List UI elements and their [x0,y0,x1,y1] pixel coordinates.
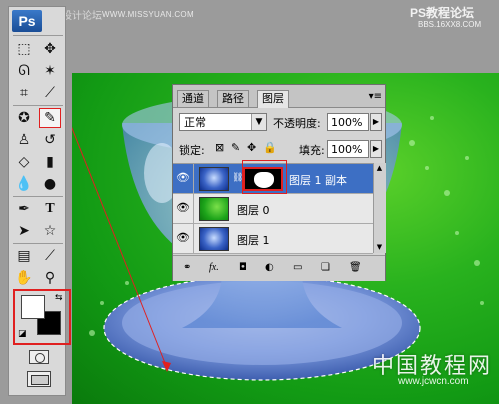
visibility-eye-icon[interactable]: 👁 [175,230,191,246]
row-divider [193,194,194,224]
lock-pixels-icon[interactable]: ✎ [231,141,240,154]
adjustment-layer-icon[interactable]: ◐ [265,261,274,275]
layer-name[interactable]: 图层 1 [237,232,270,248]
history-brush-icon[interactable]: ↺ [39,130,61,150]
layer-list: 👁 ⛓ 图层 1 副本 👁 图层 0 👁 图层 1 [173,163,373,254]
quick-mask-icon[interactable] [29,350,49,364]
shape-icon[interactable]: ☆ [39,221,61,241]
toolbox: Ps ⬚ ✥ ᘏ ✶ ⌗ ⟋ ✪ ✎ ♙ ↺ ◇ ▮ 💧 ● ✒ T ➤ ☆ ▤… [8,6,71,396]
opacity-label: 不透明度: [273,117,321,130]
screen-mode-icon[interactable] [27,371,51,387]
foreground-color-swatch[interactable] [21,295,45,319]
watermark-right: PS教程论坛 [410,6,475,20]
trash-icon[interactable]: 🗑 [349,261,362,275]
stamp-icon[interactable]: ♙ [13,130,35,150]
chevron-down-icon: ▼ [251,114,266,130]
scroll-up-icon[interactable]: ▲ [375,164,384,173]
layer-mask-thumbnail[interactable] [243,167,283,191]
swap-colors-icon[interactable]: ⇆ [55,293,63,303]
layer-thumbnail[interactable] [199,227,229,251]
visibility-eye-icon[interactable]: 👁 [175,170,191,186]
chain-link-icon[interactable]: ⛓ [232,173,243,183]
new-layer-icon[interactable]: ❏ [321,261,330,275]
layer-name[interactable]: 图层 0 [237,202,270,218]
gradient-icon[interactable]: ▮ [39,152,61,172]
add-mask-icon[interactable]: ◘ [239,261,247,275]
tab-layers[interactable]: 图层 [257,90,289,108]
brush-icon[interactable]: ✎ [39,108,61,128]
zoom-icon[interactable]: ⚲ [39,268,61,288]
tab-channels[interactable]: 通道 [177,90,209,107]
default-colors-icon[interactable]: ◪ [18,329,27,339]
dodge-icon[interactable]: ● [39,174,61,194]
pen-icon[interactable]: ✒ [13,199,35,219]
lock-all-icon[interactable]: 🔒 [263,141,277,154]
color-swatches: ⇆ ◪ [13,289,71,345]
fill-label: 填充: [299,144,325,157]
layer-thumbnail[interactable] [199,167,229,191]
toolbox-divider [13,105,63,106]
panel-tabs: 通道 路径 图层 ▾≡ [173,85,385,108]
lock-position-icon[interactable]: ✥ [247,141,256,154]
visibility-eye-icon[interactable]: 👁 [175,200,191,216]
layers-panel: 通道 路径 图层 ▾≡ 正常 ▼ 不透明度: 100% ▶ 锁定: ⊠ ✎ ✥ … [172,84,386,281]
toolbox-divider [13,243,63,244]
eyedropper-icon[interactable]: ⟋ [39,83,61,103]
move-icon[interactable]: ✥ [39,39,61,59]
opacity-slider-arrow-icon[interactable]: ▶ [370,113,382,131]
type-icon[interactable]: T [39,199,61,219]
healing-icon[interactable]: ✪ [13,108,35,128]
watermark-bottom-url: www.jcwcn.com [398,376,469,387]
notes-icon[interactable]: ▤ [13,246,35,266]
toolbox-divider [13,196,63,197]
layer-style-icon[interactable]: fx. [209,261,219,275]
fill-input[interactable]: 100% [327,140,369,158]
panel-footer: ⚭ fx. ◘ ◐ ▭ ❏ 🗑 [173,255,385,281]
eraser-icon[interactable]: ◇ [13,152,35,172]
magic-wand-icon[interactable]: ✶ [39,61,61,81]
layer-row[interactable]: 👁 ⛓ 图层 1 副本 [173,164,373,194]
blur-icon[interactable]: 💧 [13,174,35,194]
eyedropper-2-icon[interactable]: ⟋ [39,246,61,266]
row-divider [193,164,194,194]
panel-menu-icon[interactable]: ▾≡ [369,91,382,102]
scroll-down-icon[interactable]: ▼ [375,243,384,252]
watermark-right-url: BBS.16XX8.COM [418,20,482,29]
watermark-top-url: WWW.MISSYUAN.COM [102,10,194,19]
layers-scrollbar[interactable]: ▲ ▼ [373,163,386,253]
tab-paths[interactable]: 路径 [217,90,249,107]
opacity-input[interactable]: 100% [327,113,369,131]
lock-label: 锁定: [179,144,205,157]
lock-transparency-icon[interactable]: ⊠ [215,141,224,154]
photoshop-workspace: 思缘设计论坛 WWW.MISSYUAN.COM PS教程论坛 BBS.16XX8… [0,0,499,404]
photoshop-logo[interactable]: Ps [12,10,42,32]
marquee-icon[interactable]: ⬚ [13,39,35,59]
new-group-icon[interactable]: ▭ [293,261,302,275]
layer-row[interactable]: 👁 图层 0 [173,194,373,224]
blend-mode-value: 正常 [184,116,206,129]
link-layers-icon[interactable]: ⚭ [183,261,191,275]
blend-mode-select[interactable]: 正常 ▼ [179,113,267,131]
layer-row[interactable]: 👁 图层 1 [173,224,373,254]
layer-thumbnail[interactable] [199,197,229,221]
crop-icon[interactable]: ⌗ [13,83,35,103]
row-divider [193,224,194,254]
hand-icon[interactable]: ✋ [13,268,35,288]
path-select-icon[interactable]: ➤ [13,221,35,241]
toolbox-divider [13,35,63,36]
lasso-icon[interactable]: ᘏ [13,61,35,81]
fill-slider-arrow-icon[interactable]: ▶ [370,140,382,158]
layer-name[interactable]: 图层 1 副本 [289,172,347,188]
